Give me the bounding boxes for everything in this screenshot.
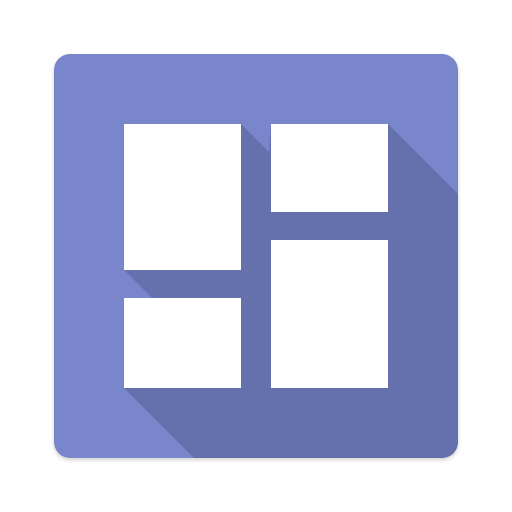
tile-top-right bbox=[271, 124, 388, 212]
dashboard-layout-graphic bbox=[54, 54, 458, 458]
tile-top-left bbox=[124, 124, 241, 270]
dashboard-layout-icon[interactable] bbox=[54, 54, 458, 458]
app-icon-canvas bbox=[0, 0, 512, 512]
tile-bottom-left bbox=[124, 298, 241, 388]
tile-bottom-right bbox=[271, 240, 388, 388]
